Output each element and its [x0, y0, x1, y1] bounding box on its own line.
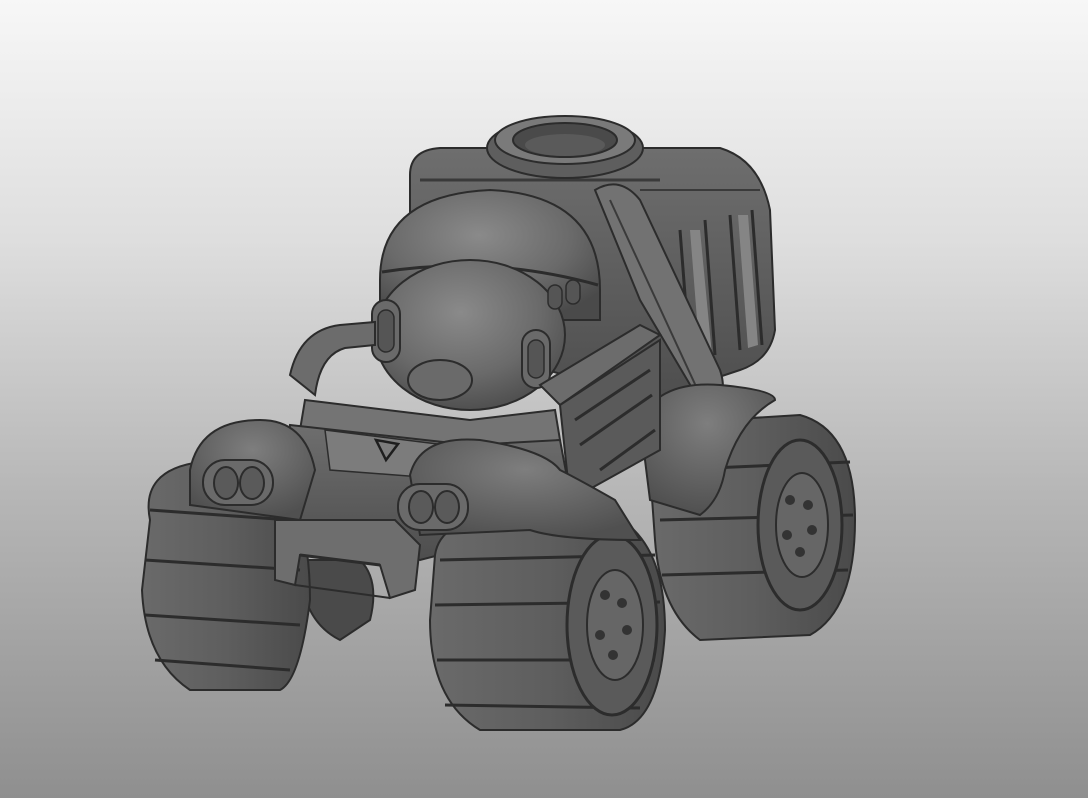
front-left-fender	[189, 418, 317, 522]
front-right-tire[interactable]	[428, 508, 667, 731]
top-exhaust-port	[486, 115, 644, 179]
3d-viewport[interactable]	[0, 0, 1088, 798]
rover-vehicle-model[interactable]	[0, 0, 1088, 798]
